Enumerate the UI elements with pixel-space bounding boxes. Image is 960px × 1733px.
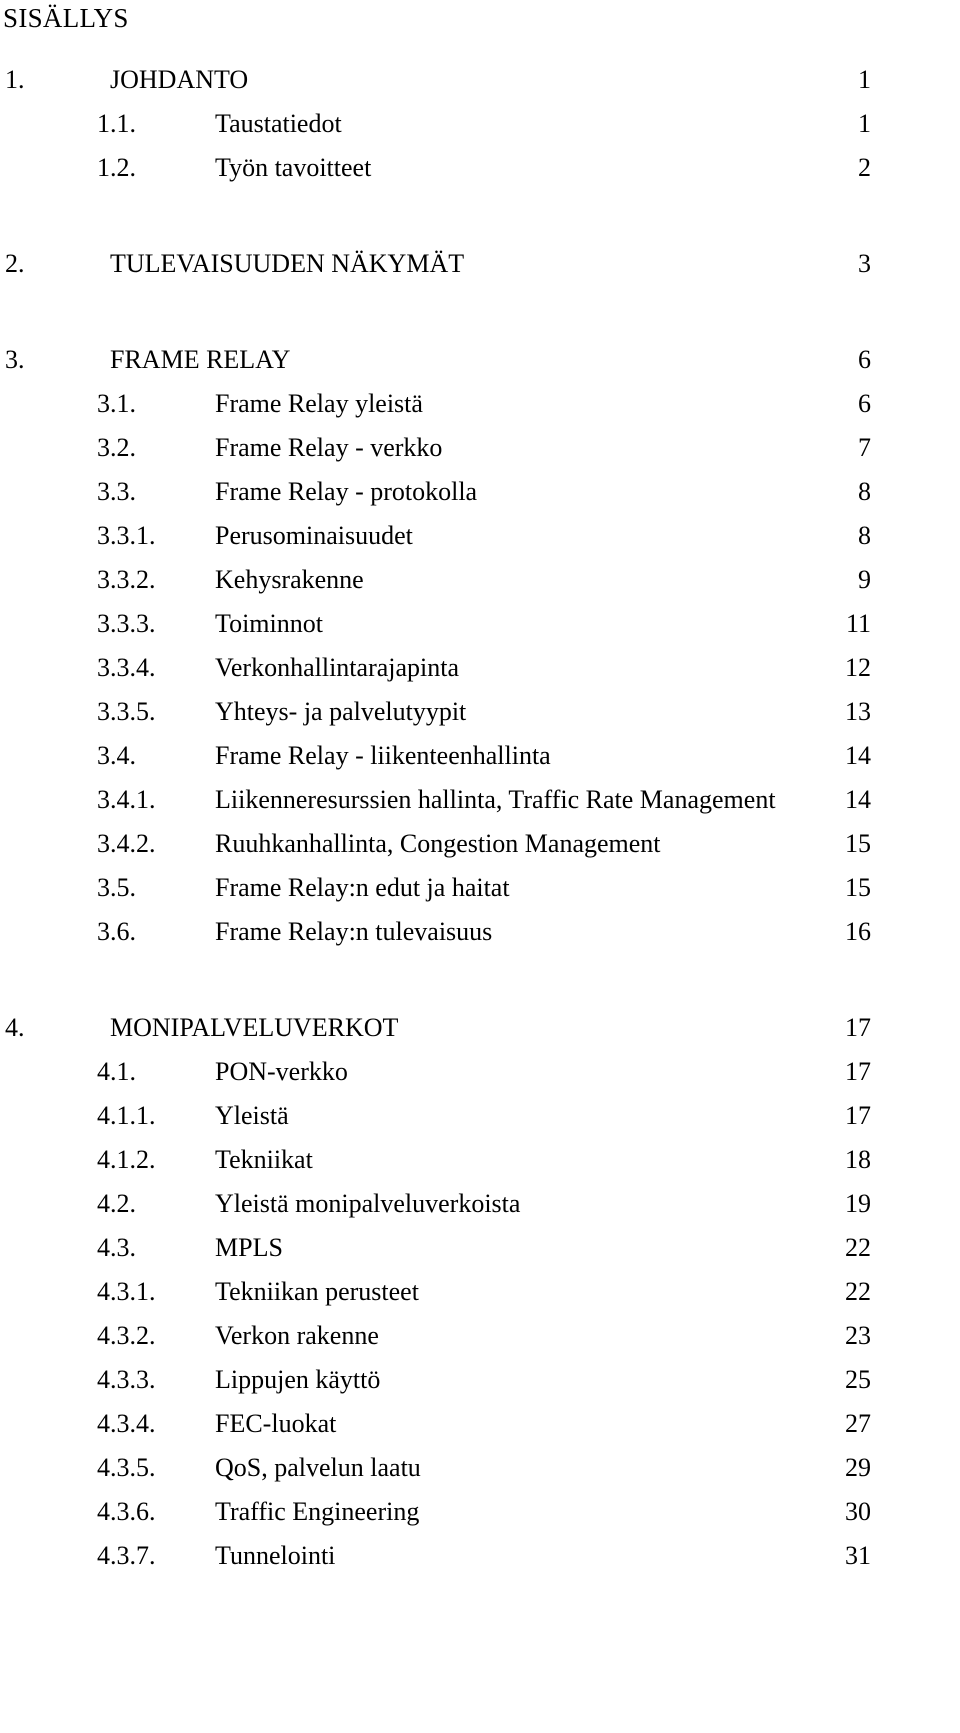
toc-entry[interactable]: 1.1. Taustatiedot 1 bbox=[0, 102, 960, 146]
toc-entry[interactable]: 1. JOHDANTO 1 bbox=[0, 58, 960, 102]
toc-entry-page-number: 1 bbox=[858, 109, 871, 138]
toc-entry-page-number: 22 bbox=[845, 1233, 871, 1262]
toc-entry-page-number: 6 bbox=[858, 345, 871, 374]
toc-entry-page-number: 22 bbox=[845, 1277, 871, 1306]
toc-entry-page-number: 15 bbox=[845, 829, 871, 858]
toc-entry-page-number: 15 bbox=[845, 873, 871, 902]
toc-entry[interactable]: 3. FRAME RELAY 6 bbox=[0, 338, 960, 382]
toc-entry-page-number: 14 bbox=[845, 785, 871, 814]
toc-entry[interactable]: 3.3. Frame Relay - protokolla 8 bbox=[0, 470, 960, 514]
toc-entry-page-number: 6 bbox=[858, 389, 871, 418]
toc-entry-page-number: 1 bbox=[858, 65, 871, 94]
toc-entry[interactable]: 3.4. Frame Relay - liikenteenhallinta 14 bbox=[0, 734, 960, 778]
toc-entry[interactable]: 4.3.1. Tekniikan perusteet 22 bbox=[0, 1270, 960, 1314]
toc-entry[interactable]: 3.4.2. Ruuhkanhallinta, Congestion Manage… bbox=[0, 822, 960, 866]
toc-entry-page-number: 30 bbox=[845, 1497, 871, 1526]
toc-entry-page-number: 3 bbox=[858, 249, 871, 278]
toc-entry-page-number: 19 bbox=[845, 1189, 871, 1218]
toc-entry[interactable]: 4.3. MPLS 22 bbox=[0, 1226, 960, 1270]
toc-entry-page-number: 13 bbox=[845, 697, 871, 726]
toc-entry[interactable]: 4.3.2. Verkon rakenne 23 bbox=[0, 1314, 960, 1358]
toc-entry[interactable]: 2. TULEVAISUUDEN NÄKYMÄT 3 bbox=[0, 242, 960, 286]
toc-entry-page-number: 27 bbox=[845, 1409, 871, 1438]
toc-entry[interactable]: 1.2. Työn tavoitteet 2 bbox=[0, 146, 960, 190]
toc-entry-page-number: 12 bbox=[845, 653, 871, 682]
toc-entry-page-number: 31 bbox=[845, 1541, 871, 1570]
toc-entry[interactable]: 3.3.5. Yhteys- ja palvelutyypit 13 bbox=[0, 690, 960, 734]
table-of-contents: 1. JOHDANTO 1 1.1. Taustatiedot 1 1.2. Työn tav… bbox=[0, 58, 960, 1578]
toc-entry-page-number: 16 bbox=[845, 917, 871, 946]
toc-entry[interactable]: 3.4.1. Liikenneresurssien hallinta, Traff… bbox=[0, 778, 960, 822]
toc-entry[interactable]: 3.2. Frame Relay - verkko 7 bbox=[0, 426, 960, 470]
toc-entry[interactable]: 4.3.4. FEC-luokat 27 bbox=[0, 1402, 960, 1446]
toc-entry-page-number: 9 bbox=[858, 565, 871, 594]
toc-entry-page-number: 11 bbox=[845, 609, 871, 638]
toc-entry[interactable]: 3.3.4. Verkonhallintarajapinta 12 bbox=[0, 646, 960, 690]
document-page: SISÄLLYS 1. JOHDANTO 1 1.1. Taustatiedot 1 1.2… bbox=[0, 0, 960, 1733]
toc-entry-page-number: 17 bbox=[845, 1057, 871, 1086]
toc-entry[interactable]: 4.1.1. Yleistä 17 bbox=[0, 1094, 960, 1138]
toc-entry-page-number: 17 bbox=[845, 1101, 871, 1130]
toc-entry[interactable]: 4. MONIPALVELUVERKOT 17 bbox=[0, 1006, 960, 1050]
toc-entry-page-number: 14 bbox=[845, 741, 871, 770]
toc-entry[interactable]: 4.3.7. Tunnelointi 31 bbox=[0, 1534, 960, 1578]
toc-entry-page-number: 23 bbox=[845, 1321, 871, 1350]
toc-entry[interactable]: 3.3.2. Kehysrakenne 9 bbox=[0, 558, 960, 602]
toc-entry-page-number: 8 bbox=[858, 477, 871, 506]
toc-entry-page-number: 2 bbox=[858, 153, 871, 182]
toc-entry[interactable]: 4.1. PON-verkko 17 bbox=[0, 1050, 960, 1094]
toc-entry[interactable]: 4.2. Yleistä monipalveluverkoista 19 bbox=[0, 1182, 960, 1226]
toc-entry[interactable]: 4.1.2. Tekniikat 18 bbox=[0, 1138, 960, 1182]
page-title: SISÄLLYS bbox=[3, 3, 129, 33]
toc-entry[interactable]: 4.3.3. Lippujen käyttö 25 bbox=[0, 1358, 960, 1402]
toc-entry[interactable]: 4.3.6. Traffic Engineering 30 bbox=[0, 1490, 960, 1534]
toc-entry[interactable]: 3.6. Frame Relay:n tulevaisuus 16 bbox=[0, 910, 960, 954]
toc-entry[interactable]: 3.3.1. Perusominaisuudet 8 bbox=[0, 514, 960, 558]
toc-entry-page-number: 8 bbox=[858, 521, 871, 550]
toc-entry-page-number: 7 bbox=[858, 433, 871, 462]
toc-entry[interactable]: 4.3.5. QoS, palvelun laatu 29 bbox=[0, 1446, 960, 1490]
toc-entry-page-number: 18 bbox=[845, 1145, 871, 1174]
toc-entry[interactable]: 3.1. Frame Relay yleistä 6 bbox=[0, 382, 960, 426]
toc-entry-page-number: 17 bbox=[845, 1013, 871, 1042]
toc-entry[interactable]: 3.5. Frame Relay:n edut ja haitat 15 bbox=[0, 866, 960, 910]
toc-entry-page-number: 25 bbox=[845, 1365, 871, 1394]
toc-entry-page-number: 29 bbox=[845, 1453, 871, 1482]
toc-entry[interactable]: 3.3.3. Toiminnot 11 bbox=[0, 602, 960, 646]
